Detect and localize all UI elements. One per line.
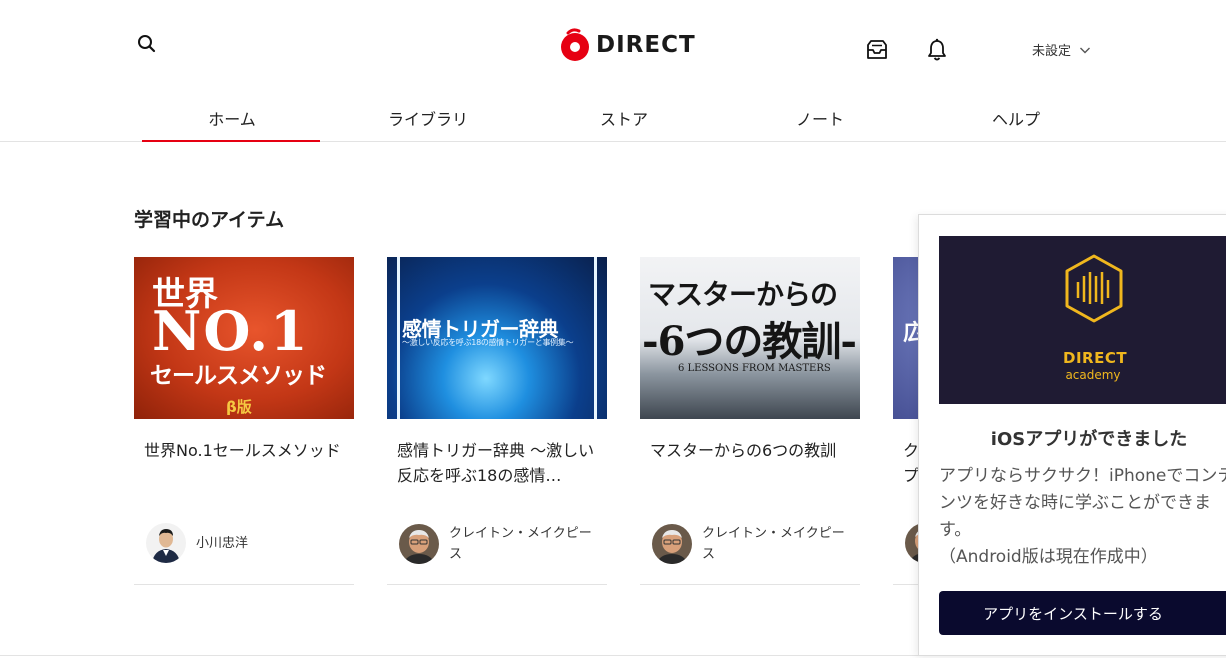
course-author: クレイトン・メイクピース	[399, 523, 599, 565]
thumb-stripe	[594, 257, 597, 419]
brand-name: DIRECT academy	[1063, 349, 1128, 382]
thumb-text: セールスメソッド	[150, 363, 327, 389]
app-promo-popup: DIRECT academy iOSアプリができました アプリならサクサク！iP…	[918, 214, 1226, 656]
logo-mark-icon	[561, 28, 589, 61]
bell-icon[interactable]	[926, 38, 948, 62]
author-name: クレイトン・メイクピース	[449, 526, 592, 562]
avatar	[146, 523, 186, 563]
tab-home[interactable]: ホーム	[134, 98, 330, 142]
popup-note: （Android版は現在作成中）	[939, 547, 1158, 567]
chevron-down-icon	[1080, 47, 1091, 53]
app-banner: DIRECT academy	[939, 236, 1226, 404]
install-app-button[interactable]: アプリをインストールする	[939, 591, 1226, 635]
main-tabs: ホーム ライブラリ ストア ノート ヘルプ	[134, 98, 1114, 142]
popup-title: iOSアプリができました	[990, 429, 1188, 450]
course-card[interactable]: 感情トリガー辞典 〜激しい反応を呼ぶ18の感情トリガーと事例集〜 感情トリガー辞…	[387, 257, 607, 585]
tab-library[interactable]: ライブラリ	[330, 98, 526, 142]
section-title: 学習中のアイテム	[134, 209, 285, 231]
course-author: クレイトン・メイクピース	[652, 523, 852, 565]
avatar	[652, 524, 692, 564]
thumb-stripe	[397, 257, 400, 419]
thumb-text: マスターからの	[648, 278, 838, 311]
tab-store[interactable]: ストア	[526, 98, 722, 142]
tab-help[interactable]: ヘルプ	[918, 98, 1114, 142]
logo[interactable]: DIRECT	[559, 27, 696, 63]
author-name: クレイトン・メイクピース	[702, 526, 845, 562]
course-thumbnail: 感情トリガー辞典 〜激しい反応を呼ぶ18の感情トリガーと事例集〜	[387, 257, 607, 419]
course-title: 感情トリガー辞典 〜激しい反応を呼ぶ18の感情…	[397, 441, 595, 485]
account-label: 未設定	[1032, 44, 1072, 59]
tab-notes[interactable]: ノート	[722, 98, 918, 142]
account-menu[interactable]: 未設定	[1032, 40, 1091, 59]
course-thumbnail: 世界 NO.1 セールスメソッド β版	[134, 257, 354, 419]
popup-body: アプリならサクサク！iPhoneでコンテンツを好きな時に学ぶことができます。	[939, 466, 1226, 540]
logo-text: DIRECT	[596, 32, 696, 58]
avatar	[399, 524, 439, 564]
section-divider	[0, 655, 918, 656]
brand-line2: academy	[1065, 368, 1121, 382]
search-icon[interactable]	[136, 33, 158, 55]
course-card[interactable]: 世界 NO.1 セールスメソッド β版 世界No.1セールスメソッド 小川忠洋	[134, 257, 354, 585]
course-title: マスターからの6つの教訓	[650, 441, 837, 460]
course-card[interactable]: マスターからの -6つの教訓- 6 LESSONS FROM MASTERS マ…	[640, 257, 860, 585]
thumb-text: 6 LESSONS FROM MASTERS	[678, 363, 831, 374]
thumb-text: 〜激しい反応を呼ぶ18の感情トリガーと事例集〜	[402, 338, 574, 347]
course-thumbnail: マスターからの -6つの教訓- 6 LESSONS FROM MASTERS	[640, 257, 860, 419]
inbox-icon[interactable]	[865, 39, 889, 61]
thumb-text: β版	[226, 398, 252, 416]
brand-line1: DIRECT	[1063, 349, 1128, 367]
course-author: 小川忠洋	[146, 523, 346, 563]
course-title: 世界No.1セールスメソッド	[144, 441, 341, 460]
direct-academy-logo-icon	[1065, 254, 1123, 323]
thumb-text: -6つの教訓-	[642, 318, 857, 365]
header: DIRECT 未設定 ホーム ライブラリ ストア ノート ヘルプ	[0, 0, 1226, 142]
thumb-text: NO.1	[152, 299, 310, 363]
author-name: 小川忠洋	[196, 535, 249, 551]
